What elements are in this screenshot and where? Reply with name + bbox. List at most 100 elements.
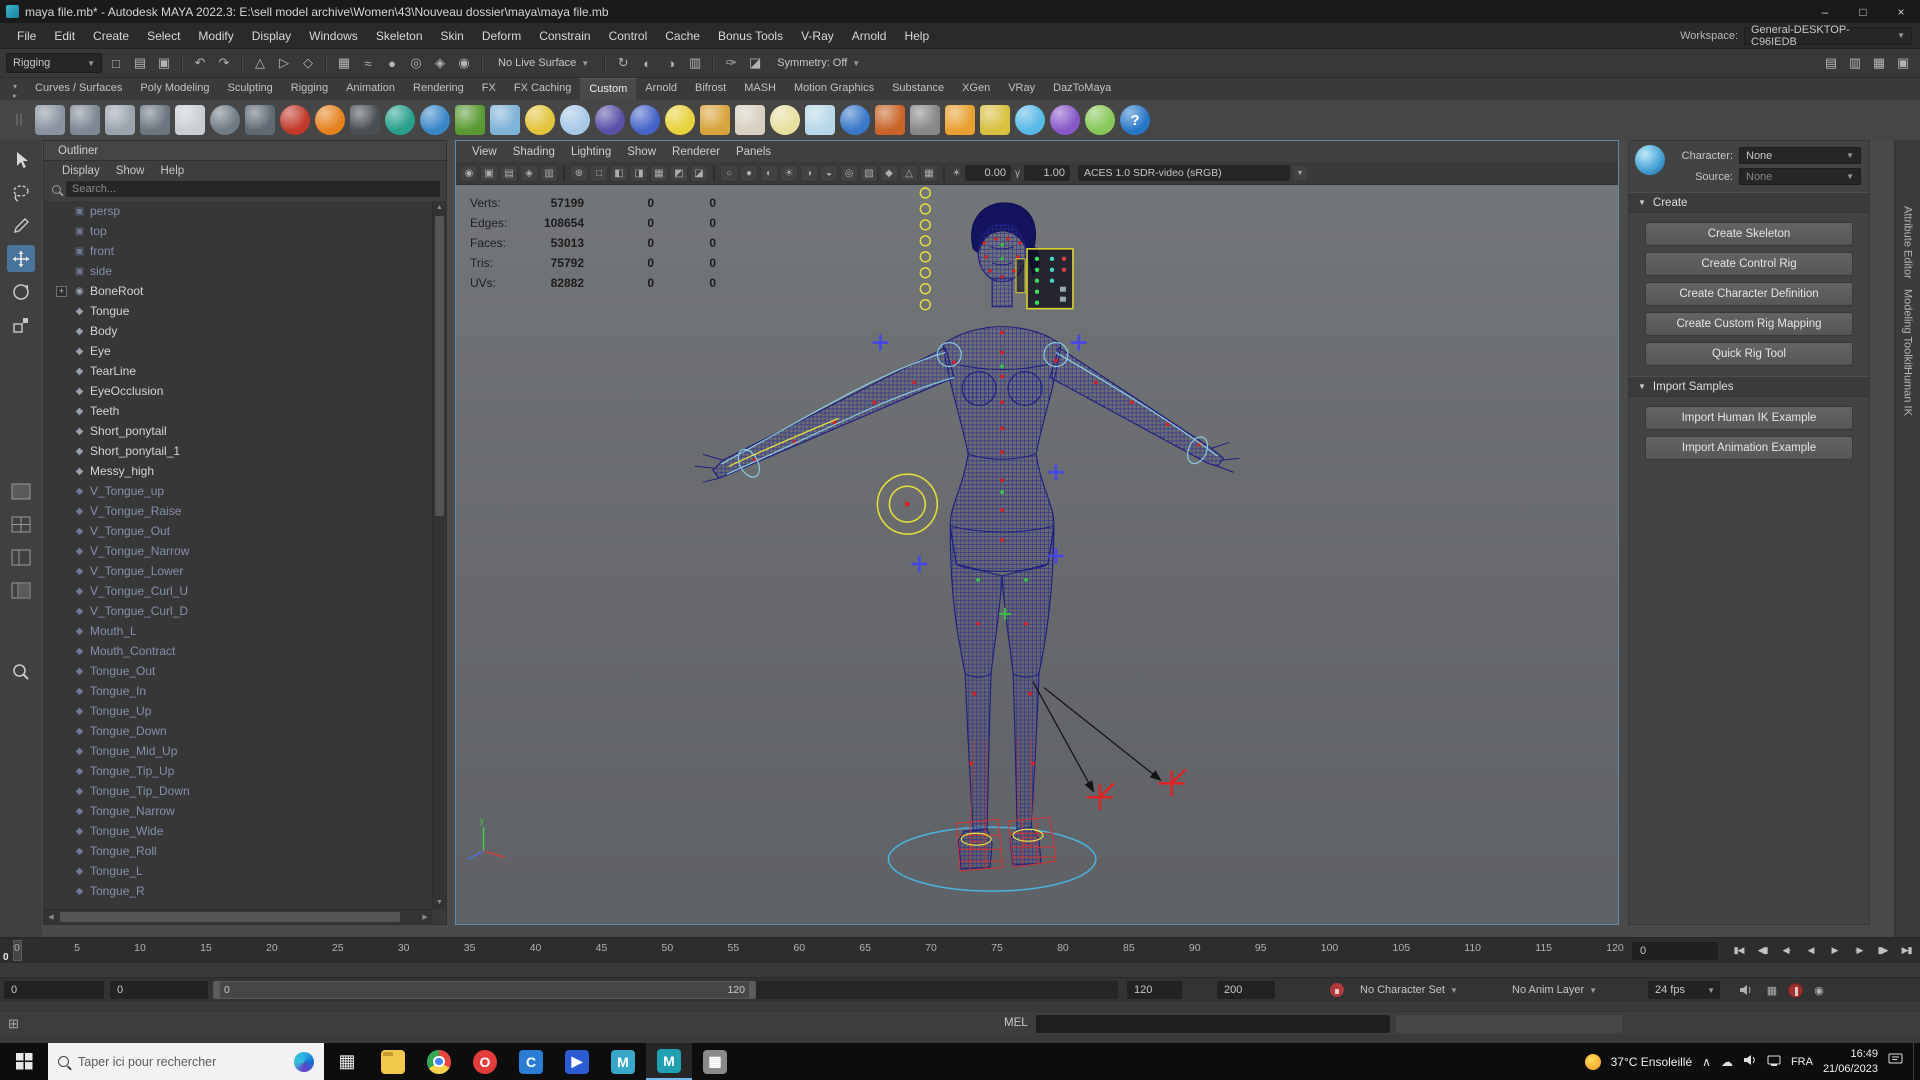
resolution-gate-icon[interactable]: ◧ xyxy=(610,164,628,182)
select-component-icon[interactable]: ◇ xyxy=(297,52,319,74)
menu-item[interactable]: File xyxy=(8,23,45,49)
fire-icon[interactable] xyxy=(315,105,346,135)
ipr-render-icon[interactable]: ◑ xyxy=(660,52,682,74)
column-chart-icon[interactable] xyxy=(875,105,906,135)
symmetry-dropdown[interactable]: Symmetry: Off ▼ xyxy=(769,53,868,73)
network-icon[interactable] xyxy=(1767,1053,1781,1071)
outliner-row[interactable]: + Mouth_Contract xyxy=(44,641,432,661)
outliner-row[interactable]: + V_Tongue_Narrow xyxy=(44,541,432,561)
paint-select-tool-icon[interactable] xyxy=(7,212,35,239)
taskbar-app-button[interactable] xyxy=(416,1043,462,1080)
animation-preferences-icon[interactable]: ◉ xyxy=(1809,981,1829,999)
go-to-start-icon[interactable]: ▮◀ xyxy=(1727,940,1750,961)
taskbar-app-button[interactable]: ▦ xyxy=(324,1043,370,1080)
select-hierarchy-icon[interactable]: △ xyxy=(249,52,271,74)
select-object-icon[interactable]: ▷ xyxy=(273,52,295,74)
textured-icon[interactable]: ◐ xyxy=(760,164,778,182)
lemon-icon[interactable] xyxy=(665,105,696,135)
pond-icon[interactable] xyxy=(420,105,451,135)
redo-icon[interactable]: ↷ xyxy=(213,52,235,74)
humanik-button[interactable]: Import Animation Example xyxy=(1645,436,1853,460)
status-icon[interactable] xyxy=(325,53,327,73)
flower-icon[interactable] xyxy=(525,105,556,135)
action-center-icon[interactable] xyxy=(1888,1053,1903,1071)
shelf-tab[interactable]: Rendering xyxy=(404,78,473,100)
layout-four-pane-icon[interactable] xyxy=(7,511,35,538)
notes-icon[interactable] xyxy=(175,105,206,135)
outliner-row[interactable]: + V_Tongue_Lower xyxy=(44,561,432,581)
taskbar-app-button[interactable]: O xyxy=(462,1043,508,1080)
ocean-icon[interactable] xyxy=(385,105,416,135)
gate-mask-icon[interactable]: ◨ xyxy=(630,164,648,182)
snap-grid-icon[interactable]: ▦ xyxy=(333,52,355,74)
two-d-pan-zoom-icon[interactable]: ⊕ xyxy=(570,164,588,182)
dots-icon[interactable] xyxy=(1085,105,1116,135)
render-cam-icon[interactable] xyxy=(945,105,976,135)
dandelion-icon[interactable] xyxy=(560,105,591,135)
sidebar-vertical-tab[interactable]: Attribute Editor xyxy=(1902,206,1914,279)
current-frame-field[interactable]: 0 xyxy=(1632,942,1718,960)
outliner-search-input[interactable]: Search... xyxy=(66,181,440,197)
depth-of-field-icon[interactable]: ◆ xyxy=(880,164,898,182)
cortana-icon[interactable] xyxy=(294,1051,314,1072)
shelf-tab[interactable]: Custom xyxy=(580,78,637,100)
wireframe-icon[interactable]: ○ xyxy=(720,164,738,182)
select-camera-icon[interactable]: ◉ xyxy=(460,164,478,182)
outliner-row[interactable]: + Teeth xyxy=(44,401,432,421)
outliner-menu-item[interactable]: Display xyxy=(54,165,108,177)
viewport-menu-item[interactable]: View xyxy=(464,146,505,158)
snap-point-icon[interactable]: ● xyxy=(381,52,403,74)
shelf-tab[interactable]: Bifrost xyxy=(686,78,735,100)
clamp-icon[interactable]: ▦ xyxy=(1762,981,1782,999)
multisample-icon[interactable]: ▧ xyxy=(860,164,878,182)
shelf-tab[interactable]: Arnold xyxy=(636,78,686,100)
time-slider[interactable]: 0 5 10 15 20 25 30 35 40 45 50 55 60 65 70 75 80 85 90 95 10… xyxy=(0,937,1920,963)
keyboard-language[interactable]: FRA xyxy=(1791,1056,1813,1068)
outliner-row[interactable]: + V_Tongue_up xyxy=(44,481,432,501)
outliner-row[interactable]: + Mouth_L xyxy=(44,621,432,641)
animation-start-field[interactable]: 0 xyxy=(110,981,208,999)
gamma-field[interactable]: 1.00 xyxy=(1023,165,1070,181)
scroll-up-icon[interactable]: ▲ xyxy=(433,201,446,214)
fluid-icon[interactable] xyxy=(490,105,521,135)
menu-item[interactable]: Deform xyxy=(473,23,530,49)
menu-item[interactable]: Arnold xyxy=(843,23,896,49)
step-forward-key-icon[interactable]: ·▶ xyxy=(1847,940,1870,961)
raise-application-toggle-icon[interactable]: ▤ xyxy=(1820,52,1842,74)
graph-editor-icon[interactable] xyxy=(105,105,136,135)
safe-title-icon[interactable]: ◪ xyxy=(690,164,708,182)
taskbar-search-box[interactable]: Taper ici pour rechercher xyxy=(48,1043,324,1080)
shelf-tab[interactable]: Motion Graphics xyxy=(785,78,883,100)
scrollbar-thumb[interactable] xyxy=(435,216,444,516)
animation-end-field[interactable]: 200 xyxy=(1217,981,1275,999)
expand-toggle-icon[interactable]: + xyxy=(56,285,67,297)
make-live-icon[interactable]: ◉ xyxy=(453,52,475,74)
taskbar-app-button[interactable]: ▦ xyxy=(692,1043,738,1080)
outliner-row[interactable]: + EyeOcclusion xyxy=(44,381,432,401)
status-icon[interactable] xyxy=(604,53,607,73)
weather-text[interactable]: 37°C Ensoleillé xyxy=(1611,1055,1693,1069)
grid-toggle-icon[interactable]: ▦ xyxy=(920,164,938,182)
field-chart-icon[interactable]: ▦ xyxy=(650,164,668,182)
safe-action-icon[interactable]: ◩ xyxy=(670,164,688,182)
rotate-tool-icon[interactable] xyxy=(7,278,35,305)
layout-outliner-persp-icon[interactable] xyxy=(7,577,35,604)
viewport-menu-item[interactable]: Renderer xyxy=(664,146,728,158)
outliner-title[interactable]: Outliner xyxy=(44,141,446,161)
outliner-menu-item[interactable]: Show xyxy=(108,165,153,177)
shelf-tab[interactable]: FX Caching xyxy=(505,78,580,100)
taskbar-app-button[interactable]: ▶ xyxy=(554,1043,600,1080)
minimize-button[interactable]: – xyxy=(1806,0,1844,23)
tool-settings-toggle-icon[interactable]: ▦ xyxy=(1868,52,1890,74)
go-to-end-icon[interactable]: ▶▮ xyxy=(1895,940,1918,961)
outliner-row[interactable]: + Tongue_Narrow xyxy=(44,801,432,821)
menu-item[interactable]: Skeleton xyxy=(367,23,432,49)
outliner-menu-item[interactable]: Help xyxy=(153,165,193,177)
funnel-icon[interactable] xyxy=(700,105,731,135)
create-section-header[interactable]: ▼ Create xyxy=(1629,192,1869,213)
shelf-grip[interactable]: ┃┃ xyxy=(14,115,24,126)
shelf-menu-icon[interactable]: ▾ ▸ xyxy=(4,82,26,100)
humanik-button[interactable]: Create Character Definition xyxy=(1645,282,1853,306)
sidebar-vertical-tab[interactable]: Modeling Toolkit xyxy=(1902,289,1914,368)
outliner-row[interactable]: + Tongue_Mid_Up xyxy=(44,741,432,761)
